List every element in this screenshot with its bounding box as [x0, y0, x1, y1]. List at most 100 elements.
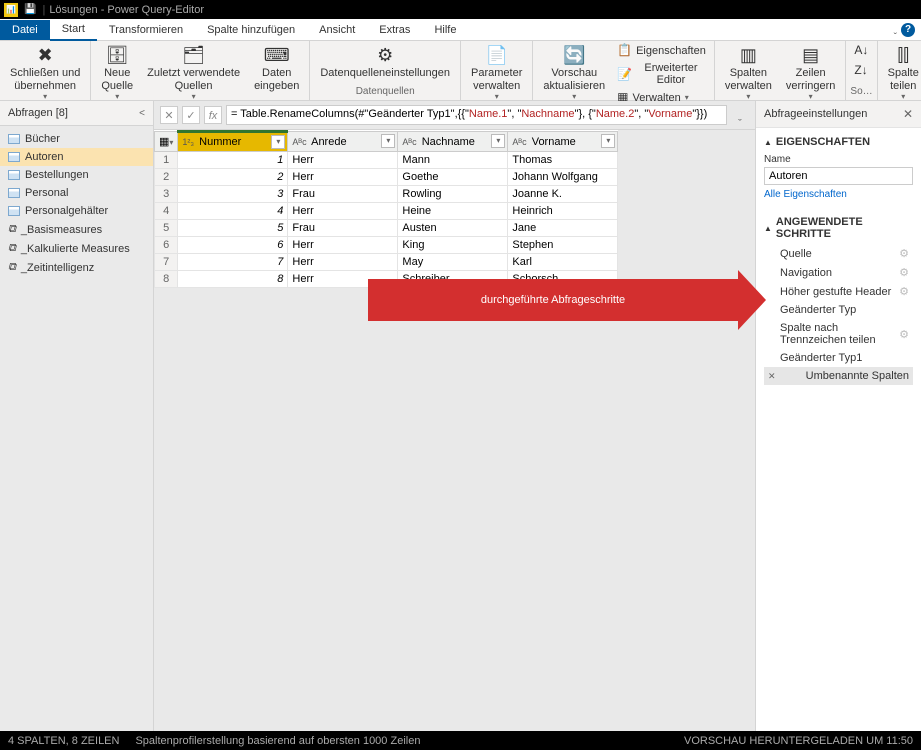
data-grid[interactable]: ▦▾1²₃ Nummer▾Aᴮc Anrede▾Aᴮc Nachname▾Aᴮc…	[154, 130, 618, 288]
collapse-queries-icon[interactable]: <	[139, 108, 145, 119]
save-icon[interactable]: 💾	[22, 4, 38, 15]
row-number[interactable]: 5	[155, 220, 178, 237]
formula-cancel-button[interactable]: ✕	[160, 106, 178, 124]
query-item[interactable]: ⧉_Zeitintelligenz	[0, 258, 153, 277]
row-number[interactable]: 1	[155, 152, 178, 169]
tab-addcolumn[interactable]: Spalte hinzufügen	[195, 20, 307, 40]
tab-transform[interactable]: Transformieren	[97, 20, 195, 40]
datasource-settings-button[interactable]: ⚙Datenquelleneinstellungen	[314, 43, 456, 82]
filter-dropdown-icon[interactable]: ▾	[491, 134, 505, 148]
filter-dropdown-icon[interactable]: ▾	[271, 135, 285, 149]
row-number[interactable]: 4	[155, 203, 178, 220]
tab-view[interactable]: Ansicht	[307, 20, 367, 40]
applied-step[interactable]: Geänderter Typ	[764, 301, 913, 319]
properties-button[interactable]: 📋Eigenschaften	[613, 43, 710, 59]
formula-fx-button[interactable]: fx	[204, 106, 222, 124]
row-number[interactable]: 6	[155, 237, 178, 254]
cell[interactable]: Stephen	[508, 237, 618, 254]
cell[interactable]: 4	[178, 203, 288, 220]
table-row[interactable]: 55FrauAustenJane	[155, 220, 618, 237]
cell[interactable]: Rowling	[398, 186, 508, 203]
cell[interactable]: Frau	[288, 220, 398, 237]
query-item[interactable]: Bücher	[0, 130, 153, 148]
cell[interactable]: 1	[178, 152, 288, 169]
query-item[interactable]: Bestellungen	[0, 166, 153, 184]
table-row[interactable]: 22HerrGoetheJohann Wolfgang	[155, 169, 618, 186]
row-number[interactable]: 3	[155, 186, 178, 203]
gear-icon[interactable]: ⚙	[899, 328, 909, 341]
cell[interactable]: 8	[178, 271, 288, 288]
gear-icon[interactable]: ⚙	[899, 247, 909, 260]
cell[interactable]: 2	[178, 169, 288, 186]
formula-accept-button[interactable]: ✓	[182, 106, 200, 124]
applied-step[interactable]: Umbenannte Spalten	[764, 367, 913, 385]
ribbon-collapse-icon[interactable]: ˬ	[894, 24, 897, 35]
refresh-preview-button[interactable]: 🔄Vorschau aktualisieren ▾	[537, 43, 611, 103]
sort-asc-button[interactable]: A↓	[850, 43, 872, 59]
sort-desc-button[interactable]: Z↓	[850, 63, 871, 79]
applied-step[interactable]: Quelle⚙	[764, 244, 913, 263]
tab-help[interactable]: Hilfe	[422, 20, 468, 40]
advanced-editor-button[interactable]: 📝Erweiterter Editor	[613, 61, 710, 88]
table-row[interactable]: 11HerrMannThomas	[155, 152, 618, 169]
tab-extras[interactable]: Extras	[367, 20, 422, 40]
column-header[interactable]: Aᴮc Anrede▾	[288, 132, 398, 152]
cell[interactable]: May	[398, 254, 508, 271]
cell[interactable]: Herr	[288, 169, 398, 186]
close-settings-icon[interactable]: ✕	[903, 107, 913, 121]
cell[interactable]: Jane	[508, 220, 618, 237]
table-row[interactable]: 66HerrKingStephen	[155, 237, 618, 254]
query-item[interactable]: Personalgehälter	[0, 202, 153, 220]
recent-sources-button[interactable]: 🗂Zuletzt verwendete Quellen ▾	[141, 43, 246, 103]
query-item[interactable]: ⧉_Basismeasures	[0, 220, 153, 239]
table-row[interactable]: 44HerrHeineHeinrich	[155, 203, 618, 220]
triangle-icon[interactable]: ▲	[764, 138, 772, 147]
cell[interactable]: Heinrich	[508, 203, 618, 220]
manage-columns-button[interactable]: ▥Spalten verwalten ▾	[719, 43, 778, 103]
help-icon[interactable]: ?	[901, 23, 915, 37]
row-number[interactable]: 8	[155, 271, 178, 288]
close-apply-button[interactable]: ✖ Schließen und übernehmen ▾	[4, 43, 86, 103]
cell[interactable]: Heine	[398, 203, 508, 220]
query-item[interactable]: Personal	[0, 184, 153, 202]
cell[interactable]: Karl	[508, 254, 618, 271]
applied-step[interactable]: Navigation⚙	[764, 263, 913, 282]
row-number[interactable]: 2	[155, 169, 178, 186]
formula-input[interactable]: = Table.RenameColumns(#"Geänderter Typ1"…	[226, 105, 727, 125]
filter-dropdown-icon[interactable]: ▾	[381, 134, 395, 148]
column-header[interactable]: Aᴮc Nachname▾	[398, 132, 508, 152]
cell[interactable]: Herr	[288, 237, 398, 254]
cell[interactable]: 6	[178, 237, 288, 254]
cell[interactable]: Herr	[288, 152, 398, 169]
table-row[interactable]: 33FrauRowlingJoanne K.	[155, 186, 618, 203]
formula-expand-icon[interactable]: ˬ	[731, 106, 749, 124]
filter-dropdown-icon[interactable]: ▾	[601, 134, 615, 148]
table-corner[interactable]: ▦▾	[155, 132, 178, 152]
column-header[interactable]: Aᴮc Vorname▾	[508, 132, 618, 152]
gear-icon[interactable]: ⚙	[899, 266, 909, 279]
tab-start[interactable]: Start	[50, 19, 97, 41]
cell[interactable]: Austen	[398, 220, 508, 237]
row-number[interactable]: 7	[155, 254, 178, 271]
query-item[interactable]: ⧉_Kalkulierte Measures	[0, 239, 153, 258]
cell[interactable]: Herr	[288, 203, 398, 220]
query-item[interactable]: Autoren	[0, 148, 153, 166]
split-column-button[interactable]: ⫿⫿Spalte teilen ▾	[882, 43, 921, 103]
cell[interactable]: Thomas	[508, 152, 618, 169]
manage-parameters-button[interactable]: 📄Parameter verwalten ▾	[465, 43, 528, 103]
cell[interactable]: Mann	[398, 152, 508, 169]
triangle-icon[interactable]: ▲	[764, 224, 772, 233]
cell[interactable]: 5	[178, 220, 288, 237]
table-row[interactable]: 77HerrMayKarl	[155, 254, 618, 271]
applied-step[interactable]: Höher gestufte Header⚙	[764, 282, 913, 301]
tab-file[interactable]: Datei	[0, 20, 50, 40]
reduce-rows-button[interactable]: ▤Zeilen verringern ▾	[780, 43, 842, 103]
all-properties-link[interactable]: Alle Eigenschaften	[764, 185, 913, 204]
enter-data-button[interactable]: ⌨Daten eingeben	[248, 43, 305, 94]
applied-step[interactable]: Geänderter Typ1	[764, 349, 913, 367]
cell[interactable]: 3	[178, 186, 288, 203]
cell[interactable]: Frau	[288, 186, 398, 203]
cell[interactable]: Goethe	[398, 169, 508, 186]
cell[interactable]: Johann Wolfgang	[508, 169, 618, 186]
cell[interactable]: King	[398, 237, 508, 254]
